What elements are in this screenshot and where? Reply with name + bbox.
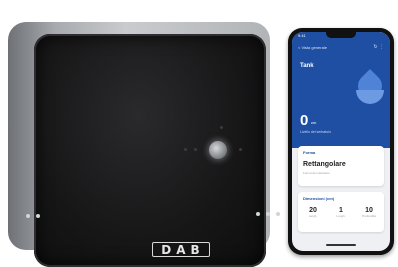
tank-level-value: 0 <box>300 112 309 129</box>
dimension-value: 10 <box>365 207 373 214</box>
home-indicator <box>326 244 356 246</box>
dimensions-card[interactable]: Dimensioni (cm) 20 Largh. 1 Lungh. 10 Pr… <box>298 192 384 232</box>
dimension-value: 20 <box>309 207 317 214</box>
device-front-panel: DAB <box>34 34 266 267</box>
smartphone: 9:41 < Vista generale ↻ ⋮ Tank 0 cm Live… <box>288 28 394 255</box>
tank-title: Tank <box>300 63 314 69</box>
drop-icon-fill <box>356 90 384 104</box>
shape-sub: Forma del serbatoio <box>303 171 330 175</box>
shape-card[interactable]: Forma Rettangolare Forma del serbatoio <box>298 146 384 186</box>
device-push-button[interactable] <box>209 141 227 159</box>
dimension-label: Lungh. <box>336 214 346 218</box>
tank-level-caption: Livello del serbatoio <box>300 130 331 134</box>
product-scene: DAB 9:41 < Vista generale ↻ ⋮ Tank 0 cm … <box>0 0 398 267</box>
app-header: 9:41 < Vista generale ↻ ⋮ Tank 0 cm Live… <box>292 32 390 148</box>
shape-value: Rettangolare <box>303 161 346 168</box>
dimension-value: 1 <box>339 207 343 214</box>
device-led <box>184 148 187 151</box>
device-led <box>239 148 242 151</box>
phone-notch <box>326 32 356 38</box>
shape-card-label: Forma <box>303 150 316 155</box>
dimension-label: Profondità <box>362 214 376 218</box>
device-led <box>194 148 197 151</box>
menu-icon[interactable]: ↻ ⋮ <box>373 44 384 50</box>
dab-device: DAB <box>8 22 270 267</box>
dimension-depth: 10 Profondità <box>358 207 380 218</box>
status-time: 9:41 <box>298 33 306 38</box>
dab-logo: DAB <box>152 242 210 257</box>
device-led <box>220 126 223 129</box>
dimension-label: Largh. <box>308 214 318 218</box>
dimension-length: 1 Lungh. <box>330 207 352 218</box>
app-screen: 9:41 < Vista generale ↻ ⋮ Tank 0 cm Live… <box>292 32 390 251</box>
back-link[interactable]: < Vista generale <box>298 45 327 50</box>
dimension-width: 20 Largh. <box>302 207 324 218</box>
dimensions-card-label: Dimensioni (cm) <box>303 196 335 201</box>
tank-level-unit: cm <box>311 120 317 125</box>
